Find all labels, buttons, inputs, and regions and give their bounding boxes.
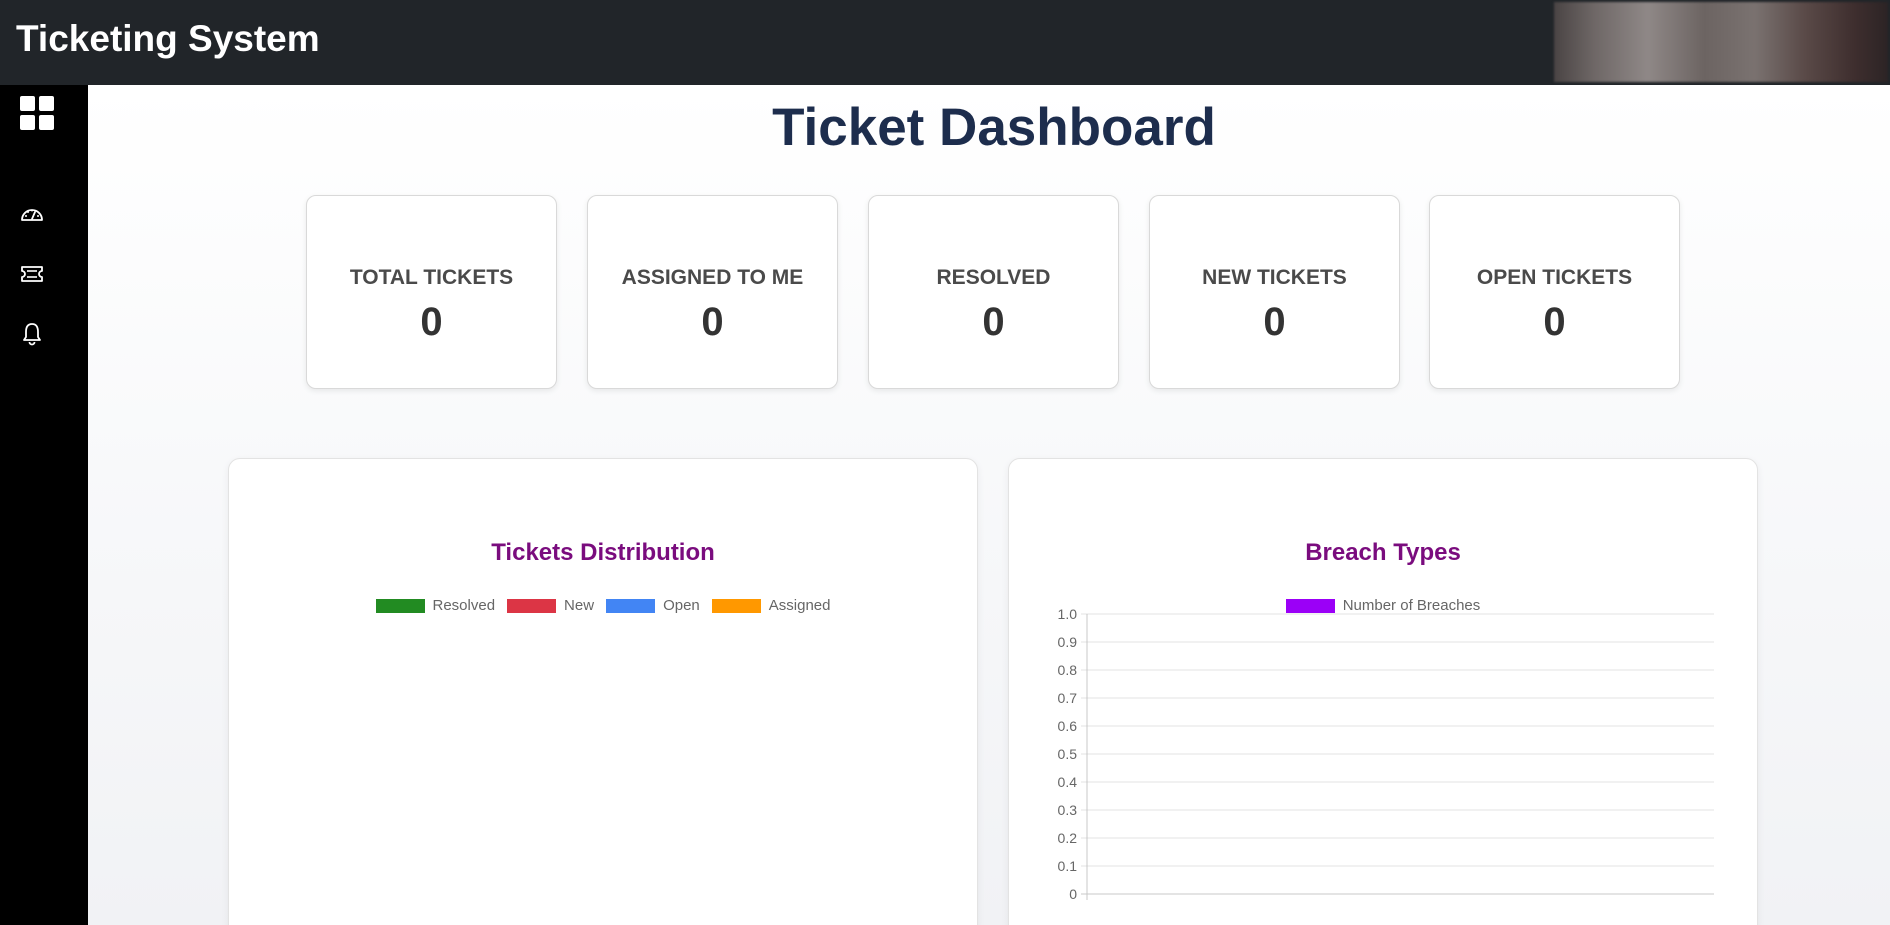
- y-tick-label: 0.6: [1058, 718, 1078, 734]
- legend-swatch: [711, 598, 761, 613]
- ticket-icon[interactable]: [20, 265, 44, 283]
- bell-icon[interactable]: [22, 322, 42, 346]
- app-title: Ticketing System: [16, 18, 320, 59]
- legend-item-assigned[interactable]: Assigned: [711, 597, 831, 614]
- legend-swatch: [375, 598, 425, 613]
- legend-label: Resolved: [432, 597, 496, 614]
- breach-types-plot: 1.0 0.9 0.8 0.7 0.6 0.5 0.4 0.3 0.2 0.1 0: [1058, 606, 1714, 902]
- legend-item-new[interactable]: New: [507, 597, 594, 614]
- legend-label: Open: [663, 597, 700, 614]
- grid-icon[interactable]: [20, 96, 54, 130]
- y-tick-label: 0.8: [1058, 662, 1078, 678]
- breach-types-chart: Breach Types Number of Breaches 1.0 0.9 0.…: [1008, 458, 1758, 925]
- stat-label: ASSIGNED TO ME: [621, 266, 804, 289]
- stat-card-assigned-to-me: ASSIGNED TO ME 0: [587, 195, 838, 389]
- top-header-bar: Ticketing System: [0, 0, 1890, 85]
- legend-label: New: [564, 597, 595, 614]
- tickets-distribution-chart: Tickets Distribution Resolved New Open A…: [228, 458, 978, 925]
- chart-legend: Resolved New Open Assigned: [229, 597, 977, 614]
- stat-value: 0: [701, 300, 724, 344]
- y-tick-label: 0.9: [1058, 634, 1078, 650]
- stat-value: 0: [1263, 300, 1286, 344]
- legend-label: Assigned: [768, 597, 831, 614]
- chart-title: Tickets Distribution: [491, 539, 715, 566]
- y-tick-label: 0.1: [1058, 858, 1078, 874]
- stat-label: OPEN TICKETS: [1476, 266, 1633, 289]
- user-profile-area[interactable]: [1554, 2, 1888, 82]
- stat-label: NEW TICKETS: [1202, 266, 1347, 289]
- dashboard-gauge-icon[interactable]: [20, 204, 44, 224]
- y-tick-label: 0.3: [1058, 802, 1078, 818]
- stat-value: 0: [1543, 300, 1566, 344]
- y-tick-label: 0.5: [1058, 746, 1078, 762]
- stat-label: RESOLVED: [936, 266, 1051, 289]
- y-tick-label: 0.4: [1058, 774, 1078, 790]
- legend-swatch: [606, 598, 656, 613]
- legend-swatch: [507, 598, 557, 613]
- stat-card-total-tickets: TOTAL TICKETS 0: [306, 195, 557, 389]
- y-tick-label: 1.0: [1058, 606, 1078, 622]
- stat-value: 0: [420, 300, 443, 344]
- y-tick-label: 0.2: [1058, 830, 1078, 846]
- y-tick-label: 0: [1069, 886, 1077, 902]
- stat-label: TOTAL TICKETS: [349, 266, 514, 289]
- stat-card-resolved: RESOLVED 0: [868, 195, 1119, 389]
- page-title: Ticket Dashboard: [772, 98, 1216, 157]
- sidebar: [0, 85, 88, 925]
- y-tick-label: 0.7: [1058, 690, 1078, 706]
- stat-card-new-tickets: NEW TICKETS 0: [1149, 195, 1400, 389]
- main-content: Ticket Dashboard TOTAL TICKETS 0 ASSIGNE…: [88, 85, 1890, 925]
- stat-value: 0: [982, 300, 1005, 344]
- stat-card-open-tickets: OPEN TICKETS 0: [1429, 195, 1680, 389]
- legend-item-resolved[interactable]: Resolved: [375, 597, 496, 614]
- legend-item-open[interactable]: Open: [606, 597, 700, 614]
